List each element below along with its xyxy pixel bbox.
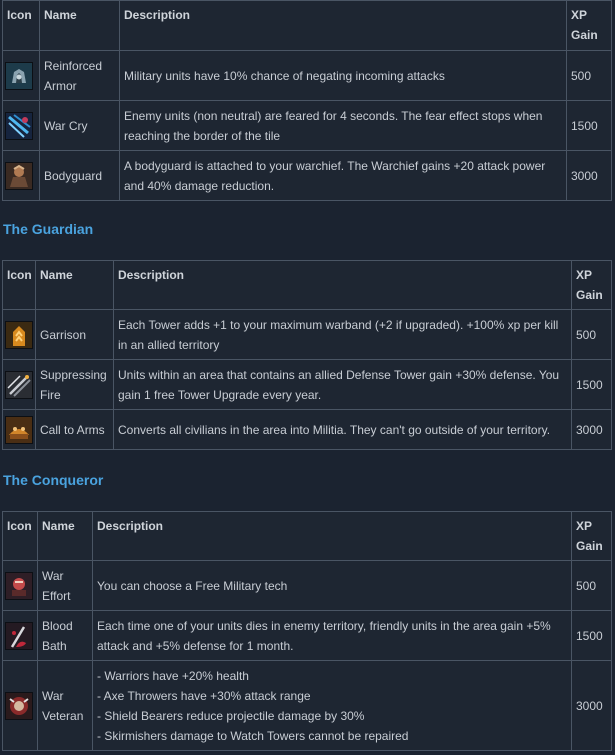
- table-row: War Veteran - Warriors have +20% health …: [2, 660, 612, 751]
- blood-bath-icon: [5, 621, 33, 650]
- talent-description: A bodyguard is attached to your warchief…: [119, 150, 567, 201]
- description-line: - Shield Bearers reduce projectile damag…: [97, 708, 365, 723]
- warchief-talents-table: Icon Name Description XP Gain Reinforced…: [2, 0, 612, 201]
- talent-description: Each time one of your units dies in enem…: [92, 610, 572, 661]
- talent-description: Enemy units (non neutral) are feared for…: [119, 100, 567, 151]
- talent-xp: 500: [571, 309, 612, 360]
- description-line: - Axe Throwers have +30% attack range: [97, 688, 311, 703]
- section-title-guardian: The Guardian: [3, 221, 94, 237]
- bodyguard-icon: [5, 161, 33, 190]
- header-name: Name: [39, 0, 120, 51]
- table-header-row: Icon Name Description XP Gain: [2, 0, 612, 51]
- header-xp-gain: XP Gain: [571, 260, 612, 310]
- talent-xp: 3000: [571, 660, 612, 751]
- war-veteran-icon: [5, 691, 33, 720]
- talent-description: Units within an area that contains an al…: [113, 359, 572, 410]
- talent-name: Reinforced Armor: [39, 50, 120, 101]
- talent-name: War Veteran: [37, 660, 93, 751]
- header-name: Name: [37, 511, 93, 561]
- talent-description: Each Tower adds +1 to your maximum warba…: [113, 309, 572, 360]
- header-description: Description: [92, 511, 572, 561]
- talent-name: War Effort: [37, 560, 93, 611]
- description-line: - Skirmishers damage to Watch Towers can…: [97, 728, 409, 743]
- war-effort-icon: [5, 571, 33, 600]
- talent-description: Converts all civilians in the area into …: [113, 409, 572, 450]
- talent-name: Garrison: [35, 309, 114, 360]
- talent-xp: 500: [571, 560, 612, 611]
- talent-name: Blood Bath: [37, 610, 93, 661]
- conqueror-talents-table: Icon Name Description XP Gain War Effort…: [2, 511, 612, 751]
- table-row: Suppressing Fire Units within an area th…: [2, 359, 612, 410]
- reinforced-armor-icon: [5, 61, 33, 90]
- talent-description: - Warriors have +20% health - Axe Throwe…: [92, 660, 572, 751]
- header-xp-gain: XP Gain: [571, 511, 612, 561]
- garrison-icon: [5, 320, 33, 349]
- header-icon: Icon: [2, 260, 36, 310]
- talent-xp: 1500: [566, 100, 612, 151]
- talent-xp: 3000: [566, 150, 612, 201]
- header-description: Description: [113, 260, 572, 310]
- header-description: Description: [119, 0, 567, 51]
- table-row: Bodyguard A bodyguard is attached to you…: [2, 150, 612, 201]
- table-row: Reinforced Armor Military units have 10%…: [2, 50, 612, 101]
- talent-name: Suppressing Fire: [35, 359, 114, 410]
- table-header-row: Icon Name Description XP Gain: [2, 260, 612, 310]
- section-title-conqueror: The Conqueror: [3, 472, 104, 488]
- header-icon: Icon: [2, 0, 40, 51]
- table-row: Call to Arms Converts all civilians in t…: [2, 409, 612, 450]
- talent-xp: 1500: [571, 610, 612, 661]
- talent-name: War Cry: [39, 100, 120, 151]
- talent-name: Call to Arms: [35, 409, 114, 450]
- header-xp-gain: XP Gain: [566, 0, 612, 51]
- talent-description: Military units have 10% chance of negati…: [119, 50, 567, 101]
- talent-xp: 1500: [571, 359, 612, 410]
- header-name: Name: [35, 260, 114, 310]
- description-line: - Warriors have +20% health: [97, 668, 249, 683]
- table-row: War Cry Enemy units (non neutral) are fe…: [2, 100, 612, 151]
- talent-xp: 500: [566, 50, 612, 101]
- guardian-talents-table: Icon Name Description XP Gain Garrison E…: [2, 260, 612, 450]
- war-cry-icon: [5, 111, 33, 140]
- call-to-arms-icon: [5, 415, 33, 444]
- talent-description: You can choose a Free Military tech: [92, 560, 572, 611]
- talent-xp: 3000: [571, 409, 612, 450]
- suppressing-fire-icon: [5, 370, 33, 399]
- table-row: War Effort You can choose a Free Militar…: [2, 560, 612, 611]
- table-row: Blood Bath Each time one of your units d…: [2, 610, 612, 661]
- table-row: Garrison Each Tower adds +1 to your maxi…: [2, 309, 612, 360]
- header-icon: Icon: [2, 511, 38, 561]
- table-header-row: Icon Name Description XP Gain: [2, 511, 612, 561]
- talent-name: Bodyguard: [39, 150, 120, 201]
